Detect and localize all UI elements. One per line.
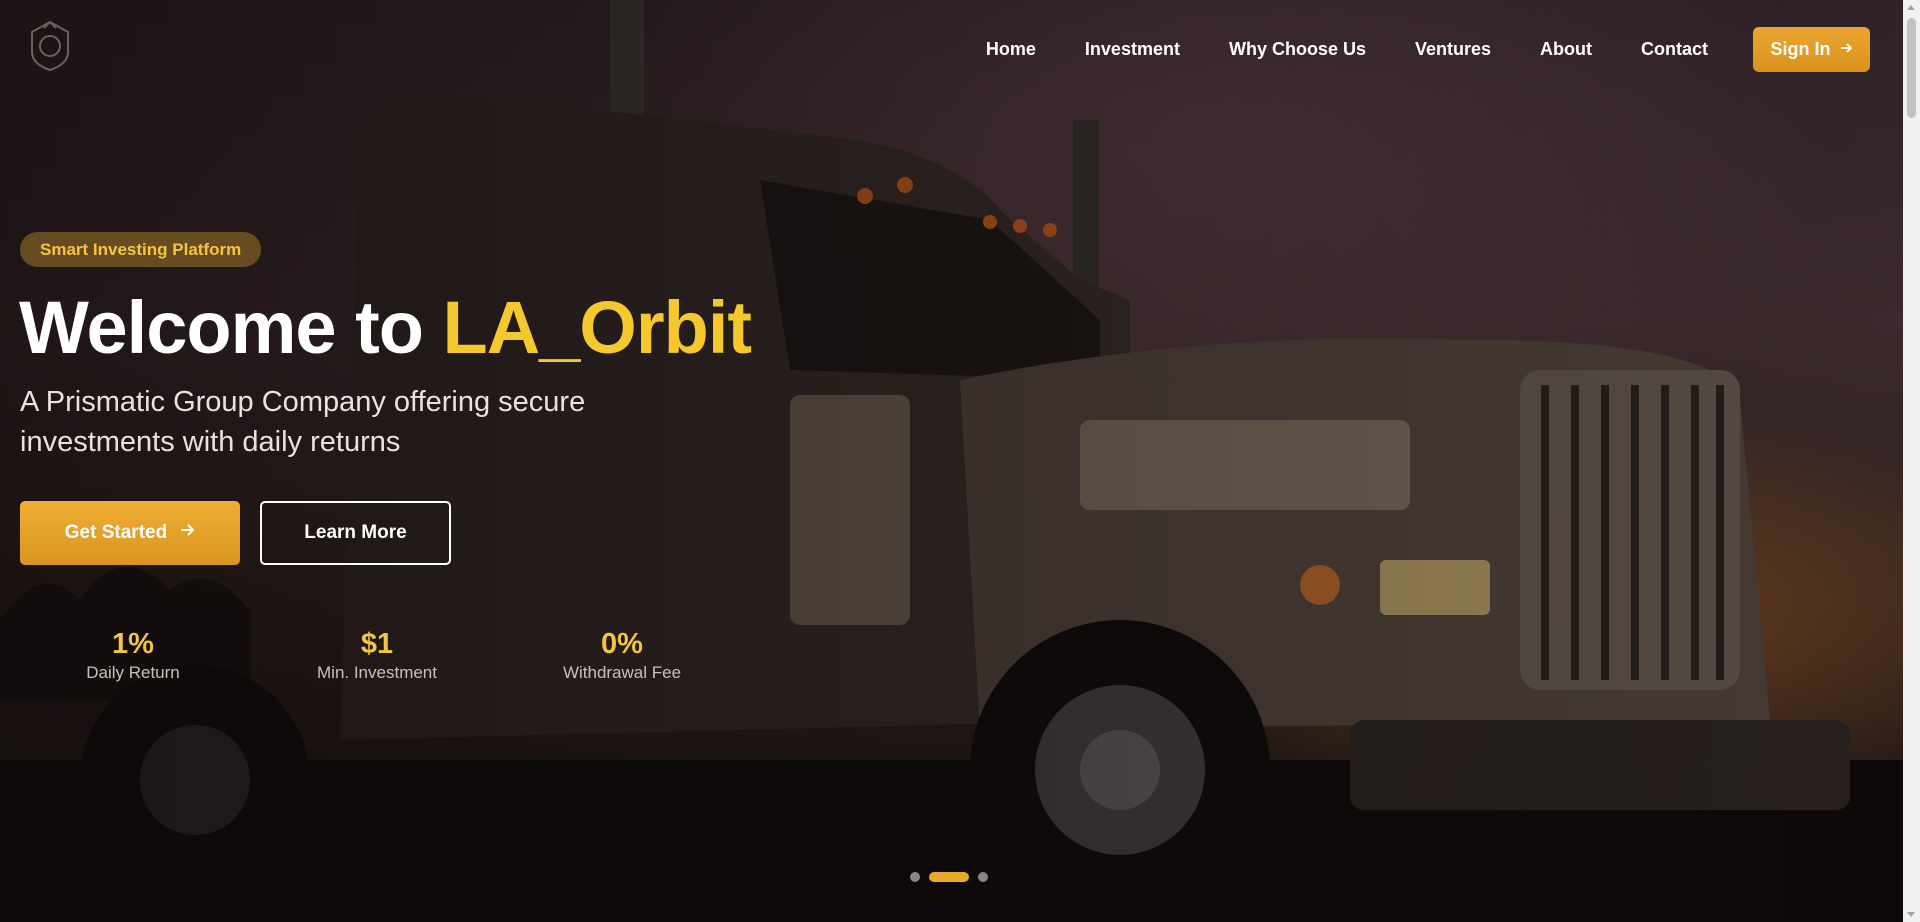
- headline-brand: LA_Orbit: [442, 286, 753, 369]
- crest-logo-icon[interactable]: [28, 20, 72, 72]
- arrow-right-icon: [179, 522, 195, 544]
- slide-indicators: [910, 872, 988, 882]
- sign-in-button[interactable]: Sign In: [1753, 26, 1870, 72]
- nav-about[interactable]: About: [1540, 26, 1592, 72]
- stat-label: Daily Return: [86, 663, 180, 682]
- arrow-right-icon: [1839, 39, 1853, 60]
- scroll-down-icon[interactable]: [1907, 912, 1915, 917]
- hero-headline: Welcome to LA_Orbit: [19, 285, 753, 371]
- stat-label: Withdrawal Fee: [562, 663, 682, 682]
- nav-why-choose-us[interactable]: Why Choose Us: [1229, 26, 1366, 72]
- page-scrollbar[interactable]: [1903, 0, 1920, 922]
- slide-dot-3[interactable]: [978, 872, 988, 882]
- stat-value: 1%: [112, 628, 154, 660]
- sign-in-label: Sign In: [1770, 38, 1831, 59]
- slide-dot-2[interactable]: [929, 872, 969, 882]
- stat-daily-return: 1% Daily Return: [33, 626, 233, 684]
- stat-min-investment: $1 Min. Investment: [277, 626, 477, 684]
- scroll-up-icon[interactable]: [1907, 5, 1915, 10]
- main-nav: Home Investment Why Choose Us Ventures A…: [986, 26, 1870, 72]
- nav-home[interactable]: Home: [986, 26, 1036, 72]
- scrollbar-thumb[interactable]: [1907, 18, 1916, 118]
- nav-ventures[interactable]: Ventures: [1415, 26, 1491, 72]
- nav-contact[interactable]: Contact: [1641, 26, 1708, 72]
- get-started-button[interactable]: Get Started: [20, 501, 240, 565]
- learn-more-label: Learn More: [304, 522, 407, 543]
- slide-dot-1[interactable]: [910, 872, 920, 882]
- headline-prefix: Welcome to: [19, 286, 443, 369]
- stat-withdrawal-fee: 0% Withdrawal Fee: [522, 626, 722, 684]
- platform-badge: Smart Investing Platform: [20, 232, 262, 267]
- nav-investment[interactable]: Investment: [1085, 26, 1180, 72]
- stat-value: $1: [360, 628, 394, 660]
- stat-label: Min. Investment: [317, 663, 437, 682]
- get-started-label: Get Started: [64, 522, 168, 543]
- hero-subtitle: A Prismatic Group Company offering secur…: [20, 386, 586, 458]
- stat-value: 0%: [601, 628, 643, 660]
- learn-more-button[interactable]: Learn More: [260, 501, 451, 565]
